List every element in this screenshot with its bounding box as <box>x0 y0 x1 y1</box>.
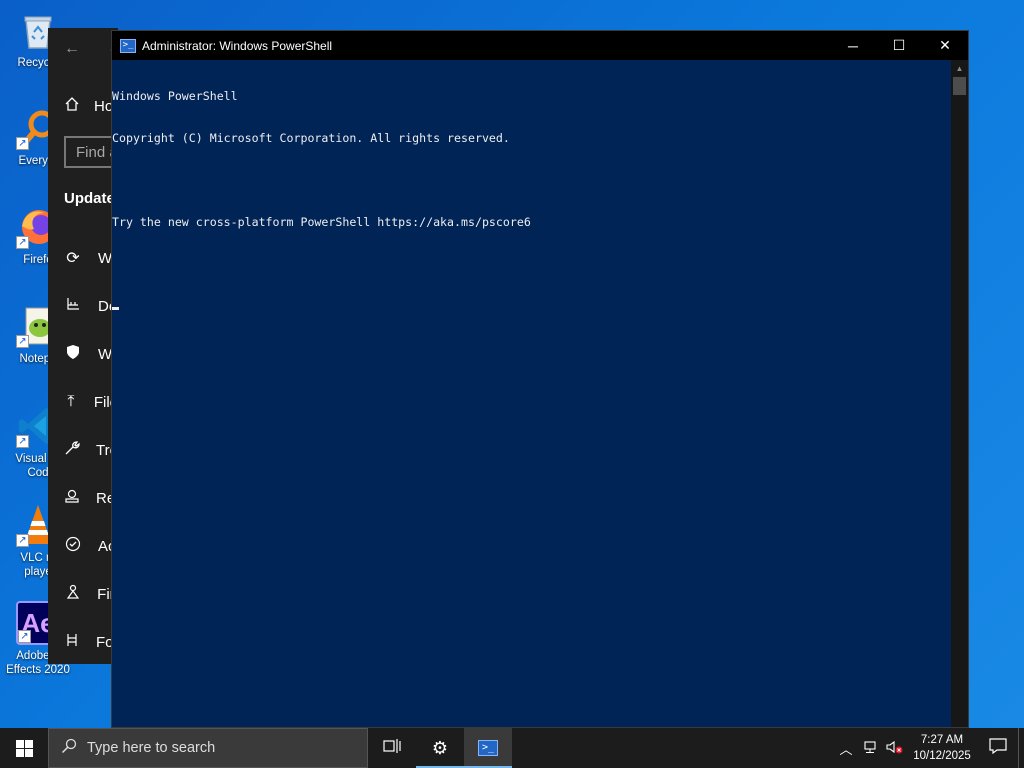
task-view-button[interactable] <box>368 728 416 768</box>
action-center-button[interactable] <box>978 728 1018 768</box>
powershell-window[interactable]: >_ Administrator: Windows PowerShell ─ ☐… <box>111 30 969 728</box>
settings-nav: ⟳ Wi De Wi ⤒ File Tro R Ac Fin For <box>48 234 118 664</box>
backup-arrow-icon: ⤒ <box>67 393 75 410</box>
console-line: Windows PowerShell <box>112 89 238 103</box>
minimize-button[interactable]: ─ <box>830 31 876 60</box>
search-icon <box>61 738 77 758</box>
settings-nav-windows-update[interactable]: ⟳ Wi <box>48 234 118 282</box>
settings-home-link[interactable]: Ho <box>64 96 113 116</box>
console-output[interactable]: Windows PowerShell Copyright (C) Microso… <box>112 60 951 727</box>
gear-icon: ⚙ <box>431 737 449 758</box>
shortcut-arrow-icon: ↗ <box>16 435 29 448</box>
show-desktop-button[interactable] <box>1018 728 1024 768</box>
taskbar-search-box[interactable]: Type here to search <box>48 728 368 768</box>
developer-icon <box>64 632 80 653</box>
shortcut-arrow-icon: ↗ <box>16 137 29 150</box>
console-line: Try the new cross-platform PowerShell ht… <box>112 215 531 229</box>
wrench-icon <box>64 440 80 461</box>
check-circle-icon <box>64 536 82 557</box>
taskbar: Type here to search ⚙ >_ ︿ 7:27 AM 10/12… <box>0 728 1024 768</box>
powershell-icon: >_ <box>120 38 136 53</box>
powershell-titlebar[interactable]: >_ Administrator: Windows PowerShell ─ ☐… <box>112 31 968 60</box>
network-icon[interactable] <box>858 740 882 757</box>
shortcut-arrow-icon: ↗ <box>16 236 29 249</box>
settings-nav-activation[interactable]: Ac <box>48 522 118 570</box>
powershell-icon: >_ <box>478 740 498 756</box>
settings-section-title: Update <box>64 190 115 207</box>
clock-date: 10/12/2025 <box>913 750 971 762</box>
shortcut-arrow-icon: ↗ <box>16 534 29 547</box>
windows-logo-icon <box>15 739 33 757</box>
text-cursor <box>112 307 119 310</box>
maximize-button[interactable]: ☐ <box>876 31 922 60</box>
recovery-icon <box>64 488 80 509</box>
home-icon <box>64 96 80 116</box>
clock-time: 7:27 AM <box>920 734 964 746</box>
taskbar-settings-button[interactable]: ⚙ <box>416 728 464 768</box>
volume-muted-icon[interactable] <box>882 740 906 757</box>
search-placeholder: Type here to search <box>87 740 216 756</box>
settings-window[interactable]: ← S Ho Find a Update ⟳ Wi De Wi ⤒ File <box>48 28 118 664</box>
find-device-icon <box>64 584 81 605</box>
task-view-icon <box>383 738 401 759</box>
vertical-scrollbar[interactable]: ▲ <box>951 60 968 727</box>
shortcut-arrow-icon: ↗ <box>18 630 31 643</box>
settings-nav-file-backup[interactable]: ⤒ File <box>48 378 118 426</box>
shield-icon <box>64 344 82 365</box>
settings-nav-for-developers[interactable]: For <box>48 618 118 664</box>
settings-nav-find-my-device[interactable]: Fin <box>48 570 118 618</box>
delivery-optimization-icon <box>64 296 82 317</box>
sync-icon: ⟳ <box>66 250 80 267</box>
settings-nav-recovery[interactable]: Rec <box>48 474 118 522</box>
settings-nav-troubleshoot[interactable]: Tro <box>48 426 118 474</box>
console-cursor-line <box>112 299 951 313</box>
scrollbar-thumb[interactable] <box>953 77 966 95</box>
notification-icon <box>989 738 1007 758</box>
start-button[interactable] <box>0 728 48 768</box>
settings-search-input[interactable]: Find a <box>64 136 118 168</box>
scroll-up-icon[interactable]: ▲ <box>951 60 968 77</box>
taskbar-powershell-button[interactable]: >_ <box>464 728 512 768</box>
chevron-up-icon[interactable]: ︿ <box>834 739 858 758</box>
system-tray: ︿ 7:27 AM 10/12/2025 <box>834 728 1024 768</box>
desktop-icon-label: Effects 2020 <box>6 664 70 676</box>
close-button[interactable]: ✕ <box>922 31 968 60</box>
taskbar-clock[interactable]: 7:27 AM 10/12/2025 <box>910 732 974 764</box>
settings-nav-delivery-optimization[interactable]: De <box>48 282 118 330</box>
settings-nav-windows-security[interactable]: Wi <box>48 330 118 378</box>
back-arrow-icon[interactable]: ← <box>64 40 80 58</box>
shortcut-arrow-icon: ↗ <box>16 335 29 348</box>
window-title: Administrator: Windows PowerShell <box>142 38 333 53</box>
console-line: Copyright (C) Microsoft Corporation. All… <box>112 131 510 145</box>
